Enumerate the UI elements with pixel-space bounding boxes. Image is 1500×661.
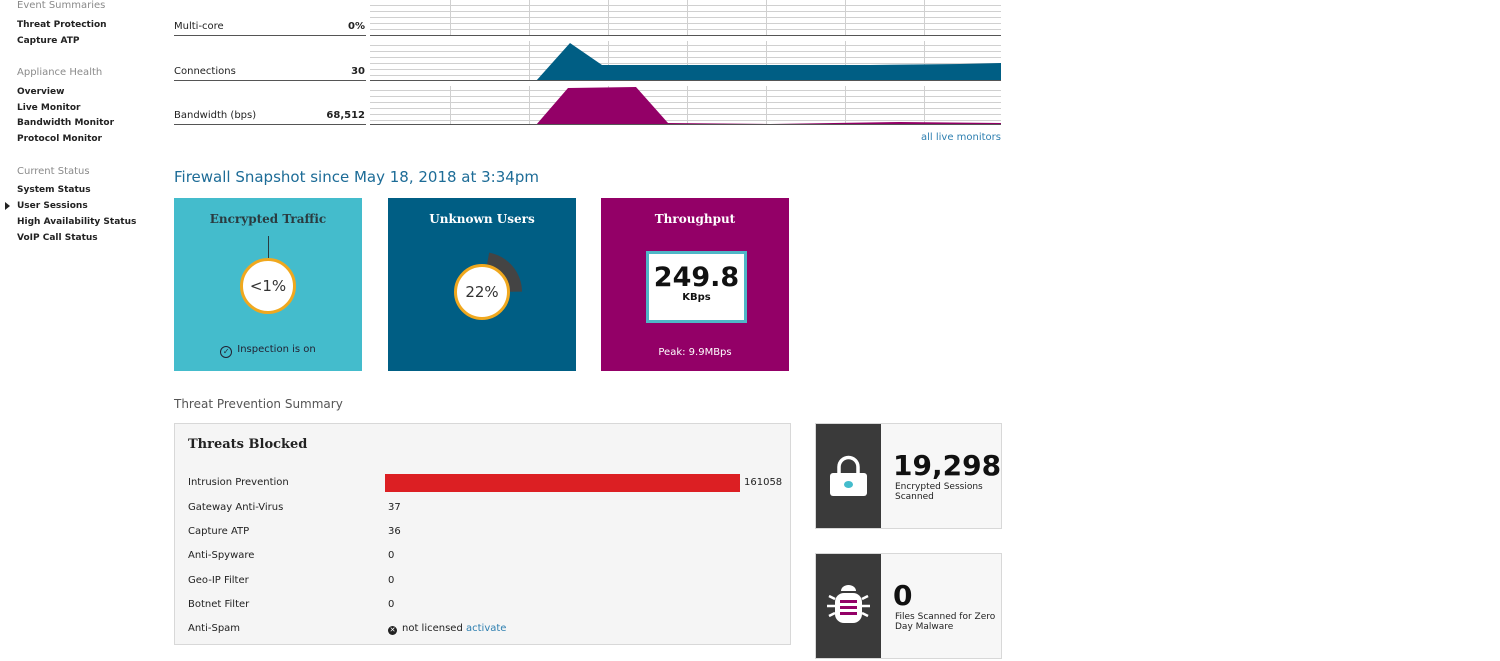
nav-live-monitor[interactable]: Live Monitor (17, 103, 80, 113)
threat-value: 37 (388, 502, 401, 513)
threat-row[interactable]: Intrusion Prevention 161058 (188, 473, 782, 493)
throughput-peak: Peak: 9.9MBps (658, 347, 732, 358)
nav-high-availability-status[interactable]: High Availability Status (17, 217, 136, 227)
stat-card-encrypted-sessions[interactable]: 19,298 Encrypted Sessions Scanned (815, 423, 1002, 529)
nav-voip-call-status[interactable]: VoIP Call Status (17, 233, 98, 243)
threat-row[interactable]: Capture ATP 36 (188, 522, 778, 542)
tile-unknown-users[interactable]: Unknown Users 22% (388, 198, 576, 371)
threat-bar (385, 474, 740, 492)
threat-value: 0 (388, 575, 395, 586)
threat-name: Anti-Spam (188, 623, 241, 634)
nav-bandwidth-monitor[interactable]: Bandwidth Monitor (17, 118, 114, 128)
threats-blocked-panel: Threats Blocked Intrusion Prevention 161… (174, 423, 791, 645)
threat-row[interactable]: Anti-Spam ✕ not licensed activate (188, 619, 778, 639)
nav-user-sessions[interactable]: User Sessions (17, 201, 88, 211)
section-title-event-summaries: Event Summaries (17, 0, 106, 11)
monitor-label-multicore: Multi-core (174, 21, 224, 32)
threat-value: 161058 (744, 477, 783, 488)
all-live-monitors-link[interactable]: all live monitors (921, 132, 1001, 143)
threat-value: ✕ not licensed activate (388, 623, 506, 635)
threat-summary-title: Threat Prevention Summary (174, 397, 343, 411)
gauge-value: <1% (240, 258, 296, 314)
threat-row[interactable]: Anti-Spyware 0 (188, 546, 778, 566)
threat-name: Capture ATP (188, 526, 250, 537)
snapshot-title: Firewall Snapshot since May 18, 2018 at … (174, 168, 539, 186)
nav-system-status[interactable]: System Status (17, 185, 91, 195)
tile-title: Throughput (654, 212, 736, 226)
monitor-divider (174, 124, 366, 125)
throughput-box: 249.8 KBps (646, 251, 747, 323)
threat-row[interactable]: Botnet Filter 0 (188, 595, 778, 615)
tile-encrypted-traffic[interactable]: Encrypted Traffic <1% ✓ Inspection is on (174, 198, 362, 371)
nav-overview[interactable]: Overview (17, 87, 64, 97)
tile-throughput[interactable]: Throughput 249.8 KBps Peak: 9.9MBps (601, 198, 789, 371)
threat-name: Anti-Spyware (188, 550, 255, 561)
x-circle-icon: ✕ (388, 626, 397, 635)
stat-card-zero-day[interactable]: 0 Files Scanned for Zero Day Malware (815, 553, 1002, 659)
threat-value: 36 (388, 526, 401, 537)
nav-capture-atp[interactable]: Capture ATP (17, 36, 80, 46)
inspection-status: ✓ Inspection is on (174, 344, 362, 358)
monitor-label-bandwidth: Bandwidth (bps) (174, 110, 257, 121)
chart-bandwidth[interactable] (370, 86, 1001, 125)
inspection-status-text: Inspection is on (237, 344, 316, 355)
stat-number: 19,298 (893, 449, 1002, 482)
threat-name: Intrusion Prevention (188, 477, 289, 488)
stat-label: Encrypted Sessions Scanned (895, 482, 983, 502)
monitor-value-connections: 30 (351, 66, 365, 77)
stat-label: Files Scanned for Zero Day Malware (895, 612, 996, 632)
threat-value: 0 (388, 550, 395, 561)
monitor-divider (174, 35, 366, 36)
throughput-unit: KBps (682, 292, 711, 303)
threat-name: Gateway Anti-Virus (188, 502, 284, 513)
monitor-divider (174, 80, 366, 81)
nav-threat-protection[interactable]: Threat Protection (17, 20, 107, 30)
not-licensed-text: not licensed (402, 623, 463, 634)
threat-row[interactable]: Geo-IP Filter 0 (188, 571, 778, 591)
stat-number: 0 (893, 579, 913, 612)
threat-row[interactable]: Gateway Anti-Virus 37 (188, 498, 778, 518)
bug-icon (827, 585, 870, 623)
throughput-value: 249.8 (653, 262, 740, 293)
monitor-value-bandwidth: 68,512 (326, 110, 365, 121)
tile-title: Encrypted Traffic (209, 212, 327, 226)
chart-multicore[interactable] (370, 0, 1001, 36)
gauge-value: 22% (454, 264, 510, 320)
monitor-value-multicore: 0% (348, 21, 365, 32)
section-title-appliance-health: Appliance Health (17, 67, 103, 78)
threats-blocked-title: Threats Blocked (188, 437, 308, 452)
lock-icon (830, 455, 867, 496)
nav-protocol-monitor[interactable]: Protocol Monitor (17, 134, 102, 144)
stat-icon-bg (816, 424, 881, 528)
section-title-current-status: Current Status (17, 166, 90, 177)
activate-link[interactable]: activate (466, 623, 506, 634)
threat-name: Geo-IP Filter (188, 575, 249, 586)
chart-connections[interactable] (370, 41, 1001, 81)
selected-arrow-icon (5, 202, 10, 210)
threat-value: 0 (388, 599, 395, 610)
monitor-label-connections: Connections (174, 66, 236, 77)
gauge-needle (268, 236, 269, 260)
stat-icon-bg (816, 554, 881, 658)
threat-name: Botnet Filter (188, 599, 250, 610)
check-circle-icon: ✓ (220, 346, 233, 358)
